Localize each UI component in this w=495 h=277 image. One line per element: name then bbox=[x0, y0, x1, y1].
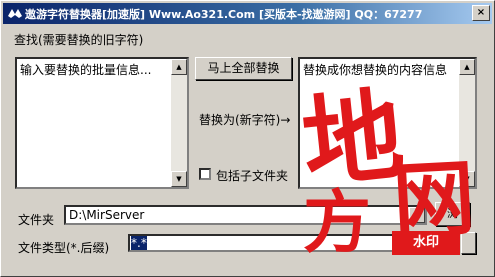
folder-path: D:\MirServer bbox=[69, 208, 145, 222]
app-logo-icon bbox=[8, 9, 22, 18]
include-subfolders-checkbox[interactable] bbox=[199, 168, 211, 180]
file-type-label: 文件类型(*.后缀) bbox=[18, 241, 110, 255]
window-title: 遨游字符替换器[加速版] Www.Ao321.Com [买版本-找遨游网] QQ… bbox=[25, 8, 423, 21]
folder-combobox[interactable]: D:\MirServer ▼ bbox=[64, 205, 427, 225]
scroll-up-icon[interactable]: ▲ bbox=[171, 59, 187, 75]
scroll-down-icon[interactable]: ▼ bbox=[171, 171, 187, 187]
title-bar[interactable]: 遨游字符替换器[加速版] Www.Ao321.Com [买版本-找遨游网] QQ… bbox=[3, 3, 492, 24]
find-text: 输入要替换的批量信息... bbox=[20, 63, 152, 77]
replace-with-label: 替换为(新字符)→ bbox=[199, 113, 291, 127]
replace-all-button[interactable]: 马上全部替换 bbox=[195, 57, 292, 80]
find-scrollbar[interactable]: ▲ ▼ bbox=[171, 59, 187, 187]
close-icon: × bbox=[476, 7, 486, 18]
close-button[interactable]: × bbox=[472, 5, 490, 21]
replace-text: 替换成你想替换的内容信息 bbox=[303, 63, 448, 77]
find-label: 查找(需要替换的旧字符) bbox=[14, 33, 144, 47]
scroll-up-icon[interactable]: ▲ bbox=[459, 59, 475, 75]
watermark-char-3: 方 bbox=[303, 183, 372, 263]
file-type-value: *.* bbox=[131, 236, 147, 250]
include-subfolders-label: 包括子文件夹 bbox=[216, 169, 289, 183]
app-window: 遨游字符替换器[加速版] Www.Ao321.Com [买版本-找遨游网] QQ… bbox=[0, 0, 495, 277]
find-textarea[interactable]: 输入要替换的批量信息... ▲ ▼ bbox=[15, 57, 189, 189]
watermark-badge: 水印 bbox=[392, 231, 460, 255]
folder-label: 文件夹 bbox=[18, 213, 55, 227]
